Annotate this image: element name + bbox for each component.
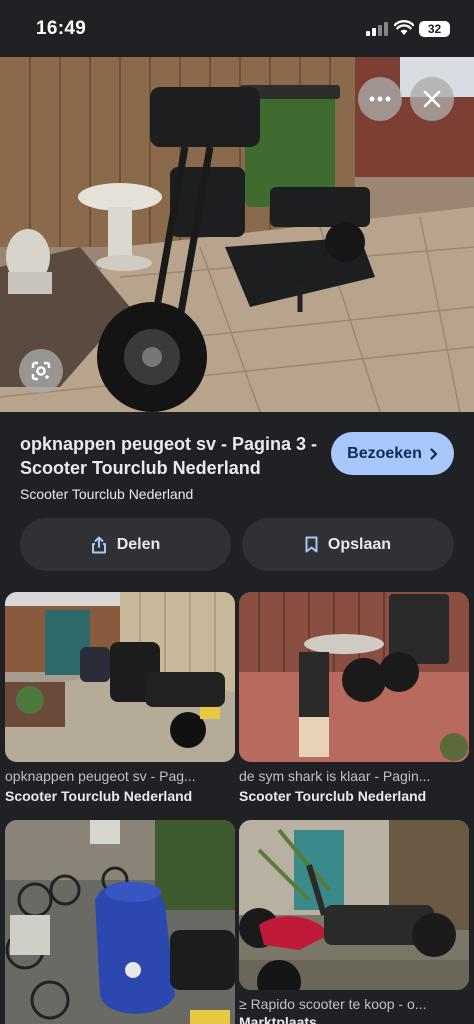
save-button[interactable]: Opslaan [242, 518, 454, 571]
lens-button[interactable] [19, 349, 63, 393]
related-result-card[interactable] [5, 820, 235, 1024]
related-result-caption: ≥ Rapido scooter te koop - o... [239, 996, 427, 1012]
related-result-image[interactable] [239, 592, 469, 762]
related-result-card[interactable]: opknappen peugeot sv - Pag... Scooter To… [5, 592, 235, 812]
main-image[interactable] [0, 57, 474, 412]
close-icon [423, 90, 441, 108]
related-result-caption: opknappen peugeot sv - Pag... [5, 768, 196, 784]
related-result-card[interactable]: ≥ Rapido scooter te koop - o... Marktpla… [239, 820, 469, 1024]
related-result-image[interactable] [5, 592, 235, 762]
share-button-label: Delen [116, 535, 161, 553]
chevron-right-icon [430, 447, 438, 460]
related-result-source: Marktplaats [239, 1014, 317, 1024]
more-options-button[interactable] [358, 77, 402, 121]
share-button[interactable]: Delen [20, 518, 231, 571]
close-button[interactable] [410, 77, 454, 121]
save-button-label: Opslaan [327, 535, 392, 553]
more-horizontal-icon [369, 96, 391, 102]
result-source: Scooter Tourclub Nederland [20, 486, 194, 502]
related-result-caption: de sym shark is klaar - Pagin... [239, 768, 431, 784]
related-result-source: Scooter Tourclub Nederland [5, 788, 193, 804]
scooter-photo [0, 57, 474, 412]
share-icon [91, 536, 106, 553]
related-result-card[interactable]: de sym shark is klaar - Pagin... Scooter… [239, 592, 469, 812]
visit-button-label: Bezoeken [347, 444, 422, 462]
wifi-icon [394, 20, 414, 35]
visit-button[interactable]: Bezoeken [331, 432, 454, 475]
result-title[interactable]: opknappen peugeot sv - Pagina 3 - Scoote… [20, 432, 320, 480]
bookmark-icon [305, 536, 318, 553]
status-bar: 16:49 32 [0, 0, 474, 58]
related-result-image[interactable] [239, 820, 469, 990]
related-result-image[interactable] [5, 820, 235, 1024]
lens-icon [31, 361, 51, 381]
status-time: 16:49 [36, 18, 87, 39]
related-result-source: Scooter Tourclub Nederland [239, 788, 427, 804]
cellular-signal-icon [366, 22, 388, 36]
battery-indicator: 32 [419, 21, 450, 37]
